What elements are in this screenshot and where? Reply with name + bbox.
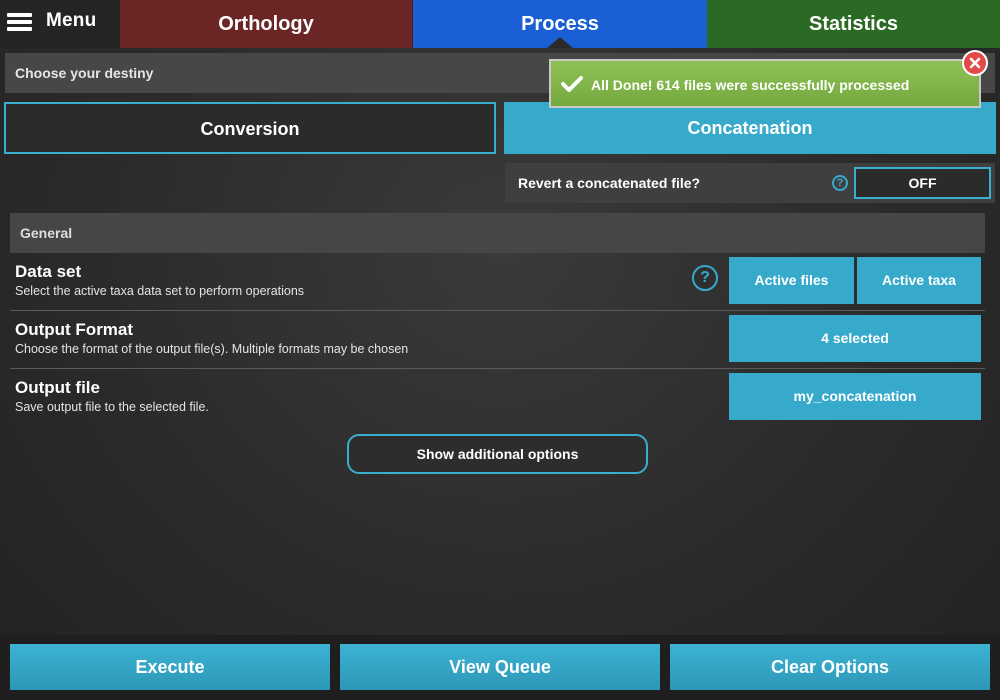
close-notification-button[interactable] xyxy=(962,50,988,76)
tab-statistics[interactable]: Statistics xyxy=(707,0,1000,48)
active-taxa-button[interactable]: Active taxa xyxy=(857,257,981,304)
general-section-header: General xyxy=(10,213,985,253)
menu-button[interactable]: Menu xyxy=(0,0,120,48)
output-format-title: Output Format xyxy=(15,320,134,339)
data-set-title: Data set xyxy=(15,262,82,281)
top-bar: Menu Orthology Process Statistics xyxy=(0,0,1000,48)
help-icon[interactable]: ? xyxy=(832,175,848,191)
clear-options-button[interactable]: Clear Options xyxy=(670,644,990,690)
revert-label: Revert a concatenated file? xyxy=(518,175,701,191)
revert-row: Revert a concatenated file? ? OFF xyxy=(505,163,995,203)
output-format-desc: Choose the format of the output file(s).… xyxy=(15,342,409,356)
data-set-help-icon[interactable]: ? xyxy=(692,265,718,291)
output-file-desc: Save output file to the selected file. xyxy=(15,400,209,414)
menu-label: Menu xyxy=(46,10,97,31)
conversion-button[interactable]: Conversion xyxy=(4,102,496,154)
active-files-button[interactable]: Active files xyxy=(729,257,854,304)
hamburger-icon xyxy=(7,13,32,31)
destiny-label: Choose your destiny xyxy=(15,65,154,81)
output-file-button[interactable]: my_concatenation xyxy=(729,373,981,420)
close-icon xyxy=(969,57,981,69)
data-set-desc: Select the active taxa data set to perfo… xyxy=(15,284,305,298)
section-title: General xyxy=(20,225,73,241)
notification-text: All Done! 614 files were successfully pr… xyxy=(591,77,910,93)
execute-button[interactable]: Execute xyxy=(10,644,330,690)
show-additional-options-button[interactable]: Show additional options xyxy=(347,434,648,474)
view-queue-button[interactable]: View Queue xyxy=(340,644,660,690)
revert-toggle[interactable]: OFF xyxy=(854,167,991,199)
output-format-button[interactable]: 4 selected xyxy=(729,315,981,362)
tab-orthology[interactable]: Orthology xyxy=(120,0,413,48)
success-notification: All Done! 614 files were successfully pr… xyxy=(549,59,981,108)
active-tab-indicator xyxy=(547,37,573,48)
check-icon xyxy=(561,76,583,92)
concatenation-button[interactable]: Concatenation xyxy=(504,102,996,154)
output-file-title: Output file xyxy=(15,378,100,397)
